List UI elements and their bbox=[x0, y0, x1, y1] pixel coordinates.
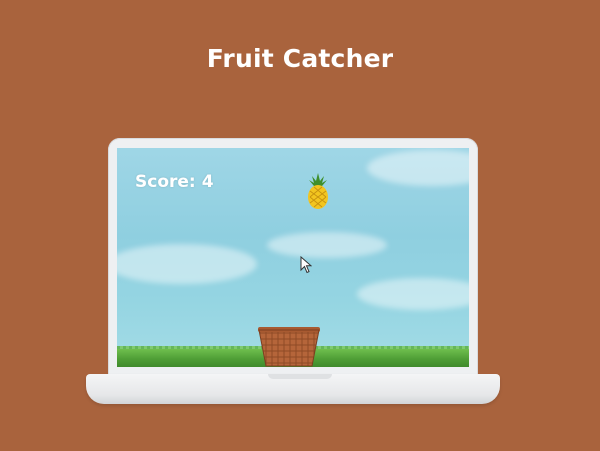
game-canvas[interactable]: Score: 4 bbox=[117, 148, 469, 367]
cloud bbox=[267, 232, 387, 258]
page-title: Fruit Catcher bbox=[206, 44, 394, 73]
score-label: Score: bbox=[135, 172, 196, 192]
basket-icon[interactable] bbox=[257, 324, 321, 367]
laptop-notch bbox=[268, 374, 332, 379]
cloud bbox=[367, 150, 469, 186]
score-value: 4 bbox=[201, 172, 214, 192]
cloud bbox=[117, 244, 257, 284]
score-display: Score: 4 bbox=[135, 172, 214, 192]
mouse-pointer-icon bbox=[300, 256, 312, 274]
cloud bbox=[357, 278, 469, 310]
pineapple-icon bbox=[308, 173, 328, 209]
